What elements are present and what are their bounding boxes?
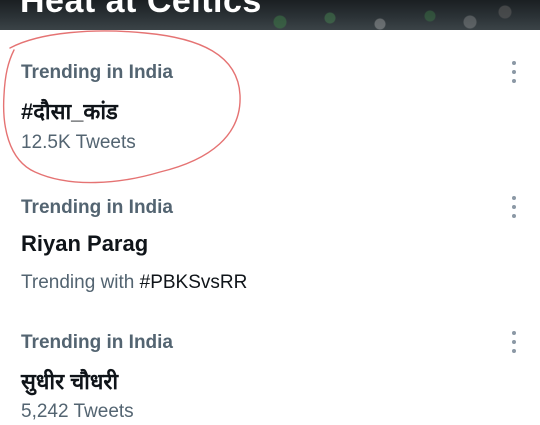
trend-tweet-count: 5,242 Tweets <box>21 401 134 422</box>
trend-title: सुधीर चौधरी <box>21 369 119 394</box>
more-vertical-icon <box>512 331 516 335</box>
more-options-button[interactable] <box>504 331 524 353</box>
trend-context: Trending in India <box>21 332 173 353</box>
trend-item[interactable]: Trending in India सुधीर चौधरी 5,242 Twee… <box>0 0 540 425</box>
